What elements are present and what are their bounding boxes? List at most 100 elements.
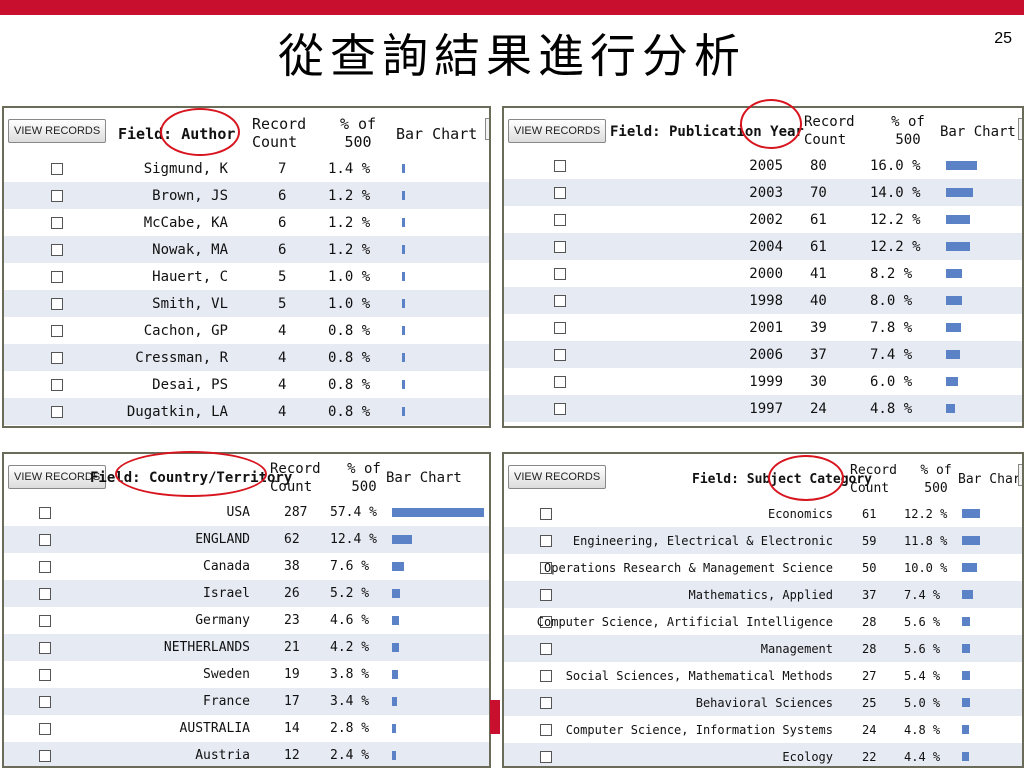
percent-value: 7.4 % bbox=[904, 588, 941, 602]
panel-scrollbar[interactable] bbox=[485, 118, 489, 140]
row-checkbox[interactable] bbox=[39, 696, 51, 708]
bar-chart-bar bbox=[402, 299, 405, 308]
table-row: Behavioral Sciences 25 5.0 % bbox=[504, 689, 1022, 716]
bar-chart-bar bbox=[946, 350, 960, 359]
table-row: Computer Science, Artificial Intelligenc… bbox=[504, 608, 1022, 635]
row-checkbox[interactable] bbox=[540, 508, 552, 520]
view-records-button[interactable]: VIEW RECORDS bbox=[8, 119, 107, 143]
record-count: 37 bbox=[862, 588, 877, 602]
row-checkbox[interactable] bbox=[51, 325, 63, 337]
row-checkbox[interactable] bbox=[51, 163, 63, 175]
record-count: 287 bbox=[284, 505, 308, 520]
row-checkbox[interactable] bbox=[554, 403, 566, 415]
row-checkbox[interactable] bbox=[39, 507, 51, 519]
row-checkbox[interactable] bbox=[51, 190, 63, 202]
row-checkbox[interactable] bbox=[39, 723, 51, 735]
table-row: Israel 26 5.2 % bbox=[4, 580, 489, 607]
percent-value: 4.2 % bbox=[330, 640, 370, 655]
row-checkbox[interactable] bbox=[39, 750, 51, 762]
record-count: 12 bbox=[284, 748, 300, 763]
row-checkbox[interactable] bbox=[554, 160, 566, 172]
bar-chart-bar bbox=[402, 272, 405, 281]
record-count: 19 bbox=[284, 667, 300, 682]
percent-value: 5.6 % bbox=[904, 615, 941, 629]
row-checkbox[interactable] bbox=[51, 217, 63, 229]
record-count-header: Record Count bbox=[804, 114, 855, 148]
row-checkbox[interactable] bbox=[51, 298, 63, 310]
analysis-panel: VIEW RECORDS Field: Author Record Count % o… bbox=[2, 106, 491, 428]
table-row: Cachon, GP 4 0.8 % bbox=[4, 317, 489, 344]
table-row: 1999 30 6.0 % bbox=[504, 368, 1022, 395]
table-row: Ecology 22 4.4 % bbox=[504, 743, 1022, 766]
table-row: Nowak, MA 6 1.2 % bbox=[4, 236, 489, 263]
bar-chart-bar bbox=[962, 509, 980, 518]
row-checkbox[interactable] bbox=[51, 352, 63, 364]
row-checkbox[interactable] bbox=[51, 271, 63, 283]
row-label: Computer Science, Information Systems bbox=[565, 723, 833, 737]
record-count: 40 bbox=[810, 293, 827, 309]
bar-chart-bar bbox=[392, 670, 398, 679]
table-row: Operations Research & Management Science… bbox=[504, 554, 1022, 581]
row-label: Dugatkin, LA bbox=[126, 404, 228, 420]
row-checkbox[interactable] bbox=[540, 535, 552, 547]
row-label: 1997 bbox=[749, 401, 783, 417]
row-checkbox[interactable] bbox=[51, 379, 63, 391]
percent-value: 10.0 % bbox=[904, 561, 948, 575]
record-count: 37 bbox=[810, 347, 827, 363]
table-row: 2001 39 7.8 % bbox=[504, 314, 1022, 341]
bar-chart-bar bbox=[962, 536, 980, 545]
percent-value: 4.6 % bbox=[330, 613, 370, 628]
table-row: 1998 40 8.0 % bbox=[504, 287, 1022, 314]
row-checkbox[interactable] bbox=[554, 349, 566, 361]
row-label: McCabe, KA bbox=[143, 215, 228, 231]
row-checkbox[interactable] bbox=[540, 751, 552, 763]
bar-chart-bar bbox=[946, 188, 973, 197]
row-checkbox[interactable] bbox=[540, 697, 552, 709]
row-checkbox[interactable] bbox=[540, 670, 552, 682]
row-label: 2006 bbox=[749, 347, 783, 363]
panel-scrollbar[interactable] bbox=[1018, 118, 1022, 140]
percent-value: 16.0 % bbox=[870, 158, 921, 174]
bar-chart-bar bbox=[946, 161, 977, 170]
table-row: McCabe, KA 6 1.2 % bbox=[4, 209, 489, 236]
row-checkbox[interactable] bbox=[554, 214, 566, 226]
panel-header: VIEW RECORDS Field: Country/Territory Reco… bbox=[4, 454, 489, 502]
bar-chart-bar bbox=[962, 725, 969, 734]
row-label: 2003 bbox=[749, 185, 783, 201]
row-checkbox[interactable] bbox=[540, 724, 552, 736]
row-checkbox[interactable] bbox=[39, 588, 51, 600]
row-checkbox[interactable] bbox=[554, 322, 566, 334]
bar-chart-bar bbox=[962, 752, 969, 761]
record-count: 61 bbox=[810, 239, 827, 255]
row-checkbox[interactable] bbox=[540, 643, 552, 655]
table-row: Computer Science, Information Systems 24 4… bbox=[504, 716, 1022, 743]
row-checkbox[interactable] bbox=[51, 406, 63, 418]
percent-value: 2.4 % bbox=[330, 748, 370, 763]
row-label: Management bbox=[760, 642, 833, 656]
table-row: AUSTRALIA 14 2.8 % bbox=[4, 715, 489, 742]
row-checkbox[interactable] bbox=[39, 669, 51, 681]
row-label: Cachon, GP bbox=[143, 323, 228, 339]
row-checkbox[interactable] bbox=[39, 615, 51, 627]
percent-value: 5.2 % bbox=[330, 586, 370, 601]
row-checkbox[interactable] bbox=[554, 376, 566, 388]
row-checkbox[interactable] bbox=[554, 268, 566, 280]
row-label: 2002 bbox=[749, 212, 783, 228]
percent-value: 4.8 % bbox=[904, 723, 941, 737]
row-checkbox[interactable] bbox=[554, 295, 566, 307]
row-checkbox[interactable] bbox=[39, 534, 51, 546]
row-label: ENGLAND bbox=[195, 532, 250, 547]
row-checkbox[interactable] bbox=[51, 244, 63, 256]
view-records-button[interactable]: VIEW RECORDS bbox=[508, 465, 607, 489]
panel-scrollbar[interactable] bbox=[1018, 464, 1022, 486]
record-count: 38 bbox=[284, 559, 300, 574]
row-checkbox[interactable] bbox=[554, 187, 566, 199]
record-count: 27 bbox=[862, 669, 877, 683]
row-checkbox[interactable] bbox=[39, 561, 51, 573]
row-checkbox[interactable] bbox=[39, 642, 51, 654]
record-count: 22 bbox=[862, 750, 877, 764]
table-row: Brown, JS 6 1.2 % bbox=[4, 182, 489, 209]
view-records-button[interactable]: VIEW RECORDS bbox=[508, 119, 607, 143]
row-checkbox[interactable] bbox=[540, 589, 552, 601]
row-checkbox[interactable] bbox=[554, 241, 566, 253]
